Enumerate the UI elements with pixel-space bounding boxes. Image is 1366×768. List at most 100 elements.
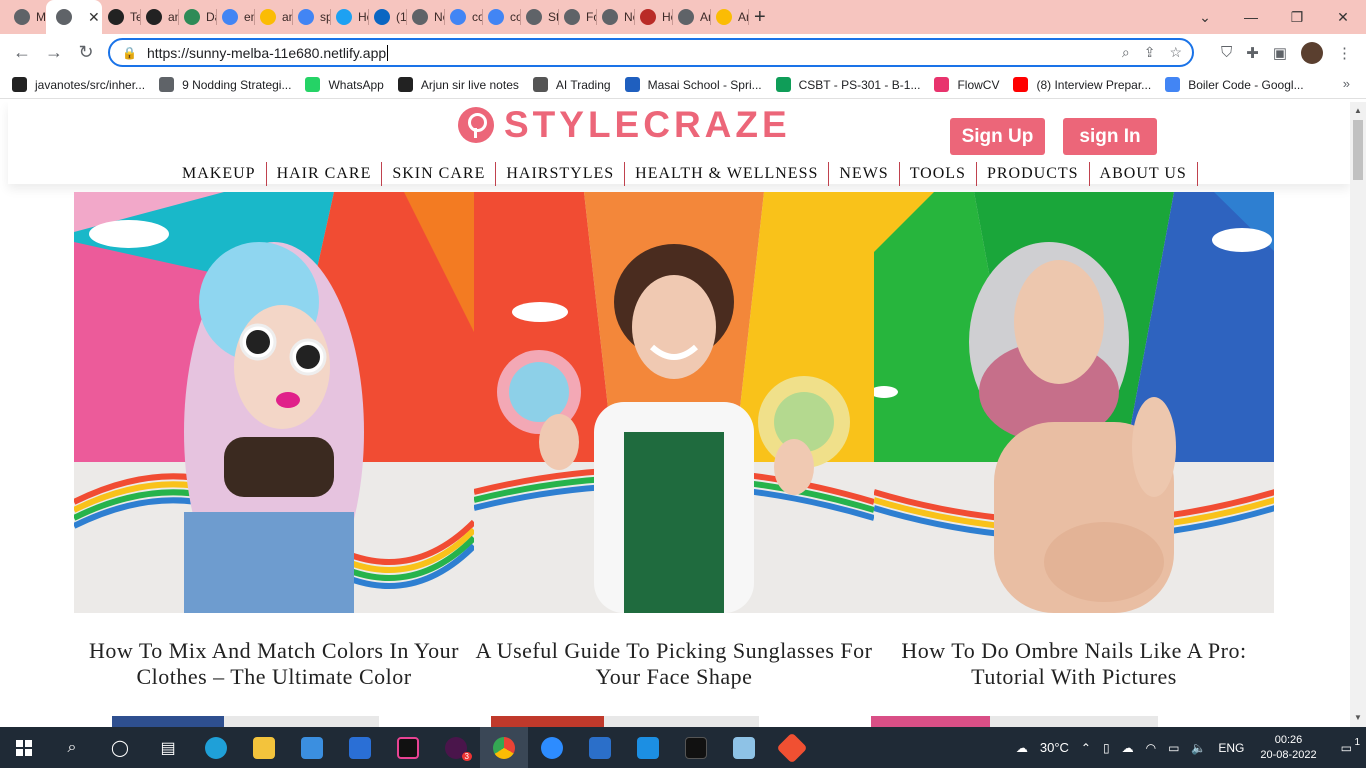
browser-tab[interactable]: Ho — [634, 0, 672, 34]
slack-icon[interactable]: 3 — [432, 727, 480, 768]
article-image-sunglasses-guide[interactable] — [474, 192, 874, 613]
page-scrollbar[interactable]: ▲ ▼ — [1350, 102, 1366, 727]
more-bookmarks-icon[interactable]: » — [1343, 76, 1350, 91]
browser-tab-active[interactable]: ✕ — [46, 0, 102, 34]
bookmark-item[interactable]: FlowCV — [934, 77, 999, 92]
nav-item-hairstyles[interactable]: HAIRSTYLES — [496, 162, 626, 186]
bookmark-star-icon[interactable]: ☆ — [1169, 44, 1182, 61]
language-indicator[interactable]: ENG — [1212, 741, 1250, 755]
browser-tab[interactable]: Ste — [520, 0, 558, 34]
git-icon[interactable] — [768, 727, 816, 768]
forward-icon[interactable]: → — [38, 37, 70, 69]
browser-tab[interactable]: spr — [292, 0, 330, 34]
site-logo[interactable]: STYLECRAZE — [458, 104, 791, 146]
nav-item-makeup[interactable]: MAKEUP — [172, 162, 267, 186]
nav-item-skin-care[interactable]: SKIN CARE — [382, 162, 497, 186]
sign-in-button[interactable]: sign In — [1063, 118, 1157, 155]
notepad-icon[interactable] — [720, 727, 768, 768]
profile-avatar[interactable] — [1301, 41, 1323, 64]
onedrive-icon[interactable]: ☁ — [1116, 741, 1140, 755]
nav-item-hair-care[interactable]: HAIR CARE — [267, 162, 383, 186]
article-title[interactable]: How To Mix And Match Colors In Your Clot… — [74, 638, 474, 690]
browser-tab[interactable]: An — [672, 0, 710, 34]
weather-temp[interactable]: 30°C — [1034, 740, 1075, 755]
nav-item-news[interactable]: NEWS — [829, 162, 900, 186]
back-icon[interactable]: ← — [6, 37, 38, 69]
store-icon[interactable] — [288, 727, 336, 768]
nav-item-products[interactable]: PRODUCTS — [977, 162, 1090, 186]
tab-close-icon[interactable]: ✕ — [88, 9, 100, 26]
bookmark-item[interactable]: Arjun sir live notes — [397, 77, 519, 92]
browser-tab[interactable]: An — [710, 0, 748, 34]
article-image-ombre-nails[interactable] — [874, 192, 1274, 613]
extensions-puzzle-icon[interactable]: ✚ — [1246, 44, 1259, 62]
reload-icon[interactable]: ↻ — [70, 37, 102, 69]
scroll-down-icon[interactable]: ▼ — [1350, 711, 1366, 725]
browser-tab[interactable]: (1) — [368, 0, 406, 34]
menu-kebab-icon[interactable]: ⋮ — [1337, 44, 1352, 62]
file-explorer-icon[interactable] — [240, 727, 288, 768]
tab-search-icon[interactable]: ⌄ — [1182, 0, 1228, 34]
vscode-icon[interactable] — [624, 727, 672, 768]
article-image-colorful-clothes[interactable] — [74, 192, 474, 613]
bookmark-item[interactable]: Masai School - Spri... — [624, 77, 762, 92]
browser-tab[interactable]: Ne — [406, 0, 444, 34]
article-card[interactable]: How To Do Ombre Nails Like A Pro: Tutori… — [874, 192, 1274, 689]
nav-item-about-us[interactable]: ABOUT US — [1090, 162, 1198, 186]
intellij-icon[interactable] — [384, 727, 432, 768]
browser-tab[interactable]: coc — [444, 0, 482, 34]
battery-icon[interactable]: ▭ — [1162, 741, 1185, 755]
browser-tab[interactable]: anu — [140, 0, 178, 34]
browser-tab[interactable]: Tea — [102, 0, 140, 34]
notification-center-icon[interactable]: ▭ 1 — [1327, 737, 1366, 755]
chrome-taskbar-icon[interactable] — [480, 727, 528, 768]
edge-icon[interactable] — [192, 727, 240, 768]
scroll-thumb[interactable] — [1353, 120, 1363, 180]
new-tab-button[interactable]: + — [748, 0, 782, 34]
browser-tab[interactable]: anu — [254, 0, 292, 34]
browser-tab[interactable]: For — [558, 0, 596, 34]
browser-tab[interactable]: Ma — [8, 0, 46, 34]
nav-item-health-wellness[interactable]: HEALTH & WELLNESS — [625, 162, 830, 186]
browser-tab[interactable]: Dat — [178, 0, 216, 34]
address-bar[interactable]: 🔒 https://sunny-melba-11e680.netlify.app… — [108, 38, 1194, 67]
weather-icon[interactable]: ☁ — [1010, 741, 1034, 755]
shield-extension-icon[interactable]: ⛉ — [1221, 44, 1232, 61]
close-window-button[interactable]: ✕ — [1320, 0, 1366, 34]
search-icon[interactable]: ⌕ — [48, 727, 96, 768]
browser-tab[interactable]: Ho — [330, 0, 368, 34]
cortana-icon[interactable]: ◯ — [96, 727, 144, 768]
bookmark-item[interactable]: javanotes/src/inher... — [12, 77, 145, 92]
restore-button[interactable]: ❐ — [1274, 0, 1320, 34]
side-panel-icon[interactable]: ▣ — [1273, 44, 1287, 62]
task-view-icon[interactable]: ▤ — [144, 727, 192, 768]
clock[interactable]: 00:26 20-08-2022 — [1250, 733, 1326, 763]
bookmark-item[interactable]: 9 Nodding Strategi... — [159, 77, 291, 92]
bookmark-item[interactable]: CSBT - PS-301 - B-1... — [775, 77, 920, 92]
minimize-button[interactable]: — — [1228, 0, 1274, 34]
browser-tab[interactable]: em — [216, 0, 254, 34]
bookmark-item[interactable]: WhatsApp — [305, 77, 384, 92]
bookmark-item[interactable]: AI Trading — [532, 77, 611, 92]
device-icon[interactable]: ▯ — [1097, 741, 1116, 755]
browser-tab[interactable]: Ne — [596, 0, 634, 34]
bookmark-item[interactable]: (8) Interview Prepar... — [1013, 77, 1151, 92]
scroll-up-icon[interactable]: ▲ — [1350, 104, 1366, 118]
article-card[interactable]: How To Mix And Match Colors In Your Clot… — [74, 192, 474, 689]
wifi-icon[interactable]: ◠ — [1140, 741, 1162, 755]
article-title[interactable]: A Useful Guide To Picking Sunglasses For… — [474, 638, 874, 690]
show-hidden-icon[interactable]: ⌃ — [1075, 741, 1097, 755]
zoom-search-icon[interactable]: ⌕ — [1122, 44, 1130, 61]
volume-icon[interactable]: 🔈 — [1185, 741, 1212, 755]
bookmark-item[interactable]: Boiler Code - Googl... — [1165, 77, 1304, 92]
mail-icon[interactable] — [336, 727, 384, 768]
windows-start-icon[interactable] — [0, 727, 48, 768]
browser-tab[interactable]: coc — [482, 0, 520, 34]
nav-item-tools[interactable]: TOOLS — [900, 162, 977, 186]
article-title[interactable]: How To Do Ombre Nails Like A Pro: Tutori… — [874, 638, 1274, 690]
article-card[interactable]: A Useful Guide To Picking Sunglasses For… — [474, 192, 874, 689]
terminal-icon[interactable] — [672, 727, 720, 768]
zoom-icon[interactable] — [528, 727, 576, 768]
share-icon[interactable]: ⇪ — [1144, 44, 1156, 61]
sign-up-button[interactable]: Sign Up — [950, 118, 1045, 155]
